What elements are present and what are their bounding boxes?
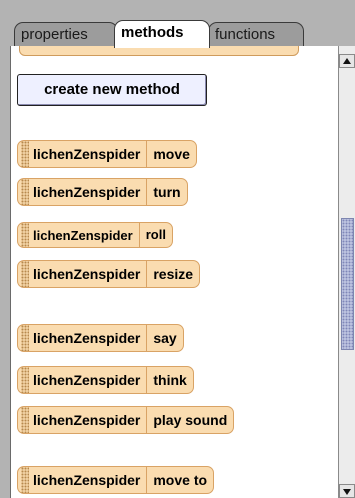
tile-object-label: lichenZenspider (33, 261, 148, 287)
method-tile-say[interactable]: lichenZenspider say (17, 324, 184, 352)
tile-method-label: move to (153, 472, 208, 488)
drag-grip-icon (21, 141, 29, 167)
tile-object-label: lichenZenspider (33, 179, 148, 205)
create-new-method-button[interactable]: create new method (17, 74, 207, 106)
tile-method-label: resize (153, 266, 194, 282)
scroll-up-button[interactable] (339, 54, 355, 68)
drag-grip-icon (21, 325, 29, 351)
tile-object-label: lichenZenspider (33, 367, 148, 393)
drag-grip-icon (21, 261, 29, 287)
method-tile-play-sound[interactable]: lichenZenspider play sound (17, 406, 235, 434)
scroll-down-button[interactable] (339, 484, 355, 498)
tile-method-label: move (153, 146, 190, 162)
method-tile-think[interactable]: lichenZenspider think (17, 366, 194, 394)
tile-object-label: lichenZenspider (33, 141, 148, 167)
drag-grip-icon (21, 367, 29, 393)
scroll-thumb[interactable] (341, 218, 354, 350)
drag-grip-icon (21, 223, 29, 247)
tile-method-label: turn (153, 184, 181, 200)
arrow-up-icon (343, 58, 351, 64)
method-tile-move[interactable]: lichenZenspider move (17, 140, 197, 168)
tab-functions[interactable]: functions (208, 22, 304, 48)
tile-method-label: say (153, 330, 177, 346)
tab-properties[interactable]: properties (14, 22, 118, 48)
drag-grip-icon (21, 467, 29, 493)
tile-object-label: lichenZenspider (33, 467, 148, 493)
tile-object-label: lichenZenspider (33, 407, 148, 433)
tile-object-label: lichenZenspider (33, 325, 148, 351)
drag-grip-icon (21, 407, 29, 433)
method-tile-move-to[interactable]: lichenZenspider move to (17, 466, 215, 494)
tile-method-label: roll (145, 227, 166, 242)
methods-panel: create new method lichenZenspider move l… (10, 46, 338, 498)
vertical-scrollbar[interactable] (338, 46, 355, 498)
tab-methods[interactable]: methods (114, 20, 210, 48)
method-tile-roll[interactable]: lichenZenspider roll (17, 222, 173, 248)
arrow-down-icon (343, 489, 351, 495)
tile-object-label: lichenZenspider (33, 223, 140, 247)
drag-grip-icon (21, 179, 29, 205)
tile-method-label: think (153, 372, 187, 388)
method-tile-turn[interactable]: lichenZenspider turn (17, 178, 188, 206)
method-tile-resize[interactable]: lichenZenspider resize (17, 260, 201, 288)
tab-strip: properties methods functions (0, 0, 355, 48)
tile-method-label: play sound (153, 412, 228, 428)
